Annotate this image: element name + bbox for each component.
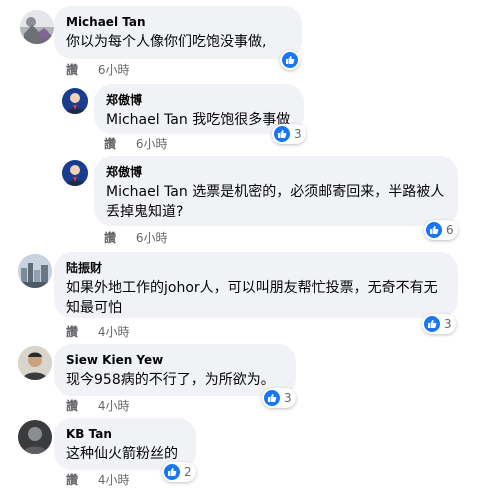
comment-text: Michael Tan 选票是机密的，必须邮寄回来，半路被人丢掉鬼知道? bbox=[106, 184, 445, 220]
like-button[interactable]: 讚 bbox=[66, 63, 78, 77]
comment-text: 现今958病的不行了，为所欲为。 bbox=[66, 372, 275, 388]
like-button[interactable]: 讚 bbox=[66, 325, 78, 339]
comment-bubble: 陆振财 如果外地工作的johor人，可以叫朋友帮忙投票，无奇不有无知最可怕 bbox=[54, 252, 458, 318]
comment-actions: 讚 6小時 bbox=[104, 136, 167, 152]
reaction-summary[interactable]: 3 bbox=[262, 388, 296, 408]
avatar[interactable] bbox=[18, 254, 52, 288]
reaction-count: 3 bbox=[294, 127, 302, 141]
avatar[interactable] bbox=[62, 88, 88, 114]
comment-text: 如果外地工作的johor人，可以叫朋友帮忙投票，无奇不有无知最可怕 bbox=[66, 280, 438, 316]
like-reaction-icon bbox=[426, 222, 442, 238]
comment-text: 这种仙火箭粉丝的 bbox=[66, 446, 178, 462]
timestamp[interactable]: 6小時 bbox=[136, 231, 168, 245]
like-button[interactable]: 讚 bbox=[66, 473, 78, 487]
comment-author[interactable]: 陆振财 bbox=[66, 260, 446, 276]
reaction-summary[interactable]: 3 bbox=[422, 314, 456, 334]
reaction-count: 6 bbox=[446, 223, 454, 237]
avatar[interactable] bbox=[18, 346, 52, 380]
like-reaction-icon bbox=[274, 126, 290, 142]
comment-bubble: 郑傲博 Michael Tan 选票是机密的，必须邮寄回来，半路被人丢掉鬼知道? bbox=[94, 156, 458, 226]
like-button[interactable]: 讚 bbox=[66, 399, 78, 413]
like-reaction-icon bbox=[424, 316, 440, 332]
avatar[interactable] bbox=[20, 10, 54, 44]
avatar-portrait-icon bbox=[62, 88, 88, 114]
comment-actions: 讚 4小時 bbox=[66, 472, 129, 488]
avatar[interactable] bbox=[18, 420, 52, 454]
avatar-landscape-icon bbox=[20, 10, 54, 44]
comment-bubble: Siew Kien Yew 现今958病的不行了，为所欲为。 bbox=[54, 344, 296, 396]
comment-actions: 讚 4小時 bbox=[66, 324, 129, 340]
timestamp[interactable]: 6小時 bbox=[98, 63, 130, 77]
like-reaction-icon bbox=[264, 390, 280, 406]
comment-actions: 讚 4小時 bbox=[66, 398, 129, 414]
reaction-count: 2 bbox=[184, 465, 192, 479]
comment-bubble: 郑傲博 Michael Tan 我吃饱很多事做 bbox=[94, 84, 304, 134]
comment-author[interactable]: Michael Tan bbox=[66, 14, 290, 30]
comment-author[interactable]: Siew Kien Yew bbox=[66, 352, 284, 368]
timestamp[interactable]: 6小時 bbox=[136, 137, 168, 151]
comment-author[interactable]: KB Tan bbox=[66, 426, 184, 442]
avatar[interactable] bbox=[62, 160, 88, 186]
avatar-portrait-icon bbox=[62, 160, 88, 186]
like-button[interactable]: 讚 bbox=[104, 137, 116, 151]
comment-author[interactable]: 郑傲博 bbox=[106, 92, 292, 108]
comment-text: 你以为每个人像你们吃饱没事做, bbox=[66, 34, 267, 50]
timestamp[interactable]: 4小時 bbox=[98, 325, 130, 339]
comment-actions: 讚 6小時 bbox=[104, 230, 167, 246]
reaction-count: 3 bbox=[444, 317, 452, 331]
like-reaction-icon bbox=[164, 464, 180, 480]
avatar-person-icon bbox=[18, 346, 52, 380]
like-button[interactable]: 讚 bbox=[104, 231, 116, 245]
reaction-count: 3 bbox=[284, 391, 292, 405]
comment-actions: 讚 6小時 bbox=[66, 62, 129, 78]
comment-text: Michael Tan 我吃饱很多事做 bbox=[106, 112, 291, 128]
comment-bubble: Michael Tan 你以为每个人像你们吃饱没事做, bbox=[54, 6, 302, 59]
reaction-summary[interactable]: 3 bbox=[272, 124, 306, 144]
avatar-dark-icon bbox=[18, 420, 52, 454]
like-reaction-icon bbox=[282, 52, 298, 68]
reaction-summary[interactable] bbox=[280, 50, 300, 70]
reaction-summary[interactable]: 2 bbox=[162, 462, 196, 482]
reaction-summary[interactable]: 6 bbox=[424, 220, 458, 240]
comment-author[interactable]: 郑傲博 bbox=[106, 164, 446, 180]
avatar-cityscape-icon bbox=[18, 254, 52, 288]
timestamp[interactable]: 4小時 bbox=[98, 399, 130, 413]
timestamp[interactable]: 4小時 bbox=[98, 473, 130, 487]
